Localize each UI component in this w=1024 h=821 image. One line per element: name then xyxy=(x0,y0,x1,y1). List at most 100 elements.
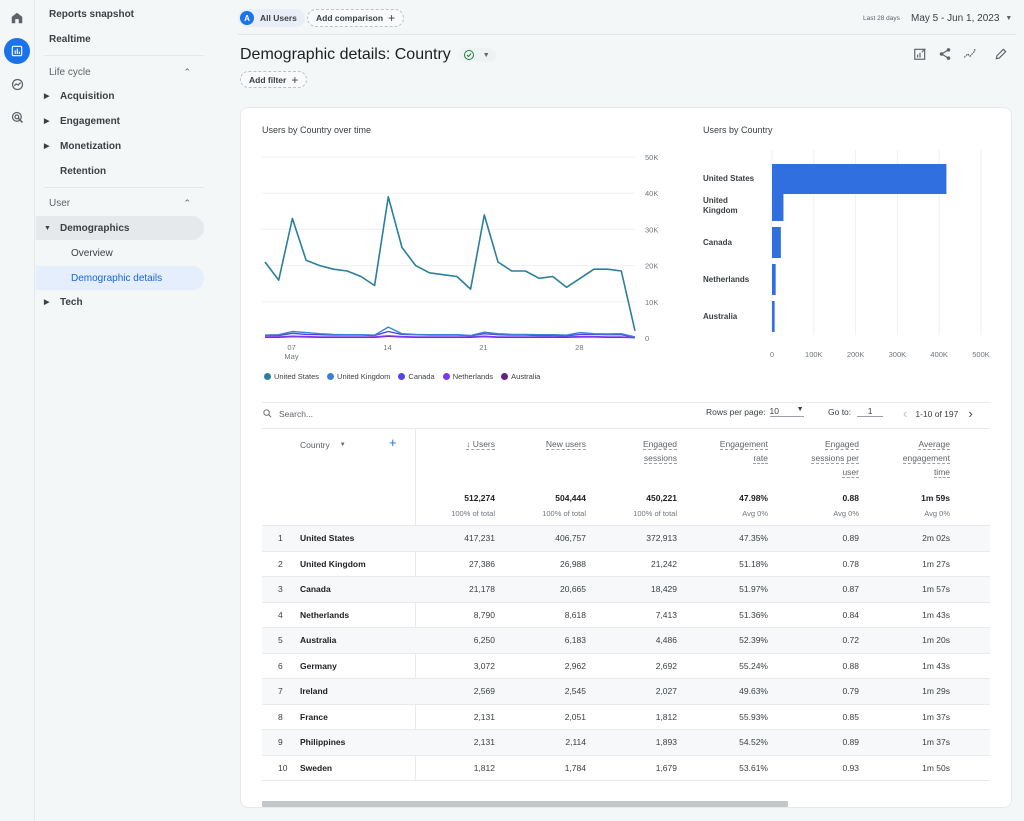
next-page-icon[interactable]: › xyxy=(968,406,972,421)
table-search[interactable]: Search... xyxy=(262,408,313,419)
row-country: United States xyxy=(300,533,355,543)
column-header[interactable]: New users xyxy=(545,437,586,451)
table-row[interactable]: 9 Philippines 2,131 2,114 1,893 54.52% 0.89 1m … xyxy=(262,729,990,755)
share-icon[interactable] xyxy=(937,46,953,62)
column-header[interactable]: ↓ Users xyxy=(466,437,495,451)
caret-right-icon: ▶ xyxy=(44,118,50,125)
table-row[interactable]: 7 Ireland 2,569 2,545 2,027 49.63% 0.79 1m 29s xyxy=(262,678,990,704)
sidebar-item-monetization[interactable]: ▶ Monetization xyxy=(44,134,122,158)
row-rank: 6 xyxy=(278,660,283,671)
table-bottom-divider xyxy=(262,780,990,781)
legend-item[interactable]: Netherlands xyxy=(442,372,494,381)
row-metric-value: 8,618 xyxy=(564,609,586,620)
table-row[interactable]: 1 United States 417,231 406,757 372,913 47.35… xyxy=(262,525,990,551)
reports-icon[interactable] xyxy=(4,38,30,64)
insights-icon[interactable] xyxy=(962,46,978,62)
sidebar-item-tech[interactable]: ▶ Tech xyxy=(44,290,83,314)
row-rank: 7 xyxy=(278,686,283,696)
row-country: Australia xyxy=(300,635,337,645)
row-metric-value: 2,131 xyxy=(473,711,495,722)
line-chart: 0 10K 20K 30K 40K 50K 07May 14 21 28 xyxy=(262,153,658,361)
sidebar-item-label: Monetization xyxy=(60,140,122,152)
add-filter-label: Add filter xyxy=(249,74,287,85)
chevron-up-icon[interactable]: ⌃ xyxy=(183,198,191,209)
add-filter-button[interactable]: Add filter + xyxy=(240,71,308,88)
segment-chip-all-users[interactable]: A All Users xyxy=(238,9,305,27)
caret-right-icon: ▶ xyxy=(44,143,50,150)
table-row[interactable]: 10 Sweden 1,812 1,784 1,679 53.61% 0.93 1m 50s xyxy=(262,754,990,781)
legend-label: Canada xyxy=(408,372,435,381)
chevron-up-icon[interactable]: ⌃ xyxy=(183,67,191,78)
y-tick-label: 20K xyxy=(645,262,658,271)
dimension-header-label: Country xyxy=(300,440,330,450)
row-metric-value: 51.18% xyxy=(739,558,768,569)
column-header[interactable]: Engaged sessions xyxy=(642,437,677,465)
sidebar-item-engagement[interactable]: ▶ Engagement xyxy=(44,109,120,133)
row-metric-value: 1,893 xyxy=(655,737,677,747)
sidebar-item-demographic-details[interactable]: Demographic details xyxy=(71,266,162,290)
row-metric-value: 0.79 xyxy=(842,686,859,696)
home-icon[interactable] xyxy=(4,5,30,31)
column-header[interactable]: Average engagement time xyxy=(902,437,950,479)
row-metric-value: 2,114 xyxy=(565,737,586,747)
table-row[interactable]: 2 United Kingdom 27,386 26,988 21,242 51.18% 0… xyxy=(262,550,990,577)
row-country: Canada xyxy=(300,584,331,594)
prev-page-icon[interactable]: ‹ xyxy=(903,406,907,421)
table-row[interactable]: 8 France 2,131 2,051 1,812 55.93% 0.85 1m 37s xyxy=(262,703,990,730)
customize-report-icon[interactable] xyxy=(912,46,928,62)
row-metric-value: 55.24% xyxy=(739,660,768,671)
row-metric-value: 21,178 xyxy=(469,584,495,594)
sidebar-item-label: Acquisition xyxy=(60,90,115,102)
column-total: 0.88 xyxy=(842,493,859,503)
dimension-header-country[interactable]: Country ▼ xyxy=(300,438,346,452)
advertising-icon[interactable] xyxy=(4,104,30,130)
table-row[interactable]: 3 Canada 21,178 20,665 18,429 51.97% 0.87 1m 57… xyxy=(262,576,990,602)
row-metric-value: 0.85 xyxy=(842,711,859,722)
date-range-picker[interactable]: May 5 - Jun 1, 2023 ▼ xyxy=(911,13,1012,24)
row-country: United Kingdom xyxy=(300,558,366,569)
row-metric-value: 1m 43s xyxy=(922,609,950,620)
table-row[interactable]: 5 Australia 6,250 6,183 4,486 52.39% 0.72 1m 20… xyxy=(262,627,990,653)
legend-item[interactable]: United States xyxy=(264,372,319,381)
y-tick-label: 30K xyxy=(645,225,658,234)
row-metric-value: 2,051 xyxy=(564,711,586,722)
legend-dot xyxy=(398,373,406,380)
horizontal-scrollbar[interactable] xyxy=(262,801,788,807)
row-metric-value: 2,569 xyxy=(473,686,495,696)
table-row[interactable]: 4 Netherlands 8,790 8,618 7,413 51.36% 0.84 1m … xyxy=(262,601,990,628)
page-range: 1-10 of 197 xyxy=(915,408,959,419)
legend-item[interactable]: Australia xyxy=(501,372,540,381)
sidebar-item-acquisition[interactable]: ▶ Acquisition xyxy=(44,84,115,108)
column-total-sub: 100% of total xyxy=(542,509,586,518)
row-metric-value: 0.72 xyxy=(842,635,859,645)
add-dimension-button[interactable]: + xyxy=(389,436,397,450)
explore-icon[interactable] xyxy=(4,71,30,97)
column-header[interactable]: Engagement rate xyxy=(719,437,768,465)
sidebar-item-demographics[interactable]: ▼ Demographics xyxy=(44,216,129,240)
edit-icon[interactable] xyxy=(993,46,1009,62)
table-row[interactable]: 6 Germany 3,072 2,962 2,692 55.24% 0.88 1m 43s xyxy=(262,652,990,679)
column-total: 512,274 xyxy=(464,493,495,503)
goto-input[interactable]: 1 xyxy=(857,406,884,417)
sidebar-item-retention[interactable]: Retention xyxy=(60,159,106,183)
search-input[interactable]: Search... xyxy=(279,409,313,419)
rows-per-page-select[interactable]: 10 ▼ xyxy=(769,406,804,417)
add-comparison-button[interactable]: Add comparison + xyxy=(307,9,405,27)
row-rank: 1 xyxy=(278,533,283,543)
column-total-sub: 100% of total xyxy=(633,509,677,518)
row-metric-value: 53.61% xyxy=(739,762,768,773)
sidebar-section-lifecycle[interactable]: Life cycle ⌃ xyxy=(49,60,209,84)
dropdown-arrow-icon: ▼ xyxy=(339,442,346,448)
sidebar-section-user[interactable]: User ⌃ xyxy=(49,191,209,215)
sidebar-item-realtime[interactable]: Realtime xyxy=(49,27,91,51)
sidebar-item-reports-snapshot[interactable]: Reports snapshot xyxy=(49,2,134,26)
legend-item[interactable]: United Kingdom xyxy=(327,372,390,381)
legend-label: Netherlands xyxy=(452,372,494,381)
search-icon xyxy=(263,409,272,418)
dropdown-arrow-icon: ▼ xyxy=(1005,15,1013,22)
report-status-dropdown[interactable]: ▼ xyxy=(458,48,496,62)
sidebar-item-overview[interactable]: Overview xyxy=(71,241,113,265)
legend-item[interactable]: Canada xyxy=(398,372,435,381)
x-tick-label: 0 xyxy=(770,350,774,359)
column-header[interactable]: Engaged sessions per user xyxy=(811,437,859,479)
